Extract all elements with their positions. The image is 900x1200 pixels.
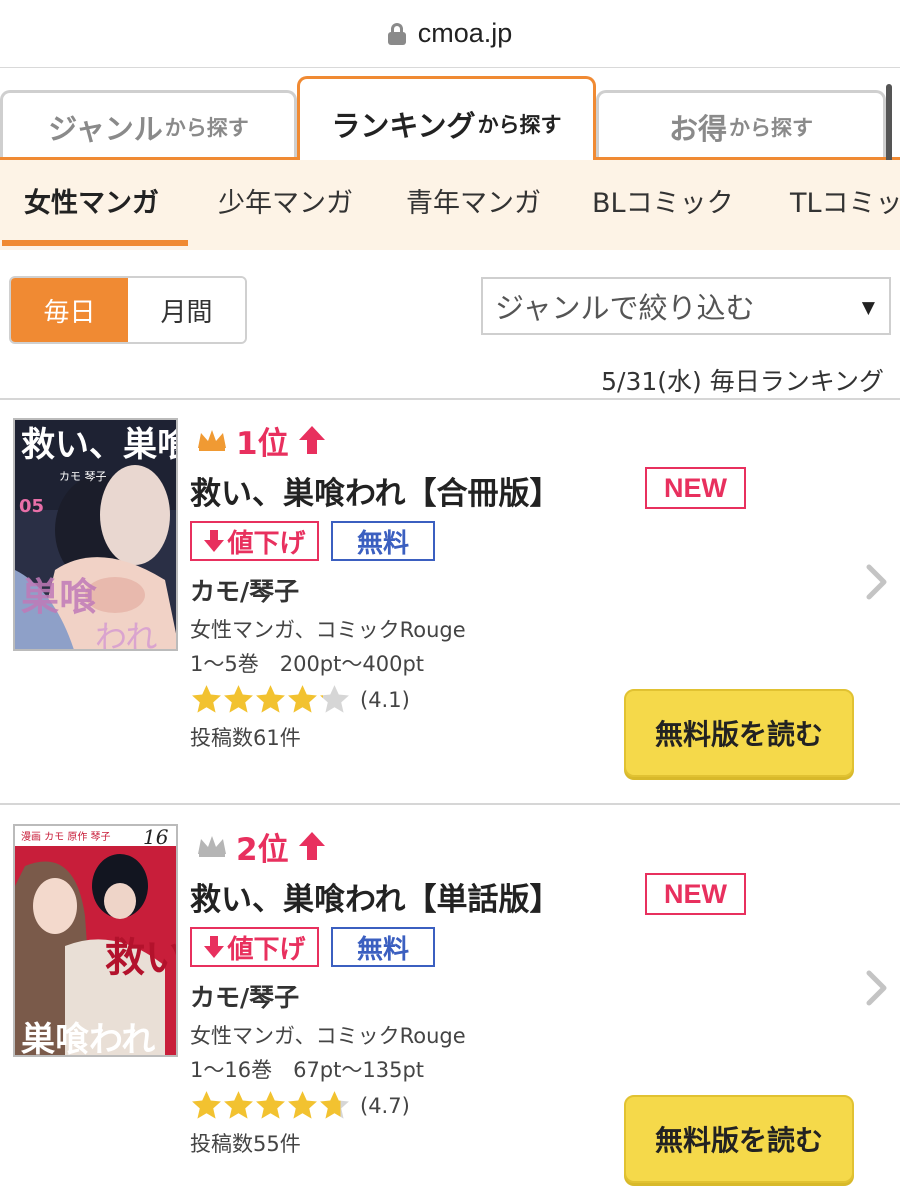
- genre-labels: 女性マンガ、コミックRouge: [190, 1024, 466, 1048]
- ranking-date: 5/31(水) 毎日ランキング: [601, 367, 884, 396]
- price-down-badge: 値下げ: [190, 927, 319, 967]
- down-arrow-icon: [204, 530, 225, 552]
- free-badge: 無料: [331, 927, 435, 967]
- book-title[interactable]: 救い、巣喰われ【単話版】: [190, 874, 560, 919]
- tab-ranking[interactable]: ランキング から探す: [297, 76, 596, 168]
- tab-deals-suffix: から探す: [729, 115, 813, 140]
- read-free-button[interactable]: 無料版を読む: [624, 689, 854, 777]
- dropdown-caret-icon: ▼: [861, 298, 875, 318]
- lock-icon: [387, 22, 406, 45]
- volume-price: 1〜16巻 67pt〜135pt: [190, 1058, 425, 1082]
- cover-credit-text: 漫画 カモ 原作 琴子: [21, 831, 111, 843]
- period-monthly-button[interactable]: 月間: [128, 278, 245, 342]
- chevron-right-icon[interactable]: [864, 969, 890, 1007]
- rank-line: 1位: [196, 420, 327, 462]
- category-josei[interactable]: 女性マンガ: [24, 160, 159, 250]
- tab-ranking-label: ランキング: [331, 108, 476, 143]
- rating-score: (4.7): [360, 1093, 410, 1118]
- star-icon: [256, 1091, 285, 1119]
- rank-line: 2位: [196, 826, 327, 868]
- star-icon: [320, 1091, 349, 1119]
- star-icon: [288, 685, 317, 713]
- scrollbar[interactable]: [886, 84, 892, 164]
- review-count[interactable]: 投稿数55件: [190, 1128, 301, 1158]
- price-down-label: 値下げ: [227, 528, 306, 559]
- cover-image[interactable]: 漫画 カモ 原作 琴子 16 救い 巣喰われ: [13, 824, 178, 1057]
- crown-icon: [198, 430, 226, 451]
- new-badge: NEW: [645, 467, 746, 509]
- rank-up-arrow-icon: [298, 832, 325, 860]
- cover-image[interactable]: 救い、巣喰われ カモ 琴子 05 巣喰 われ: [13, 418, 178, 651]
- period-toggle: 毎日 月間: [9, 276, 247, 344]
- tab-deals[interactable]: お得 から探す: [596, 90, 886, 160]
- genre-filter-label: ジャンルで絞り込む: [495, 291, 755, 325]
- cover-volume-text: 05: [19, 496, 44, 517]
- rank-number: 1位: [236, 425, 289, 462]
- author-name[interactable]: カモ/琴子: [190, 978, 299, 1014]
- new-badge: NEW: [645, 873, 746, 915]
- cover-title-text: 救い、巣喰われ: [21, 425, 178, 465]
- svg-text:巣喰: 巣喰: [21, 574, 97, 619]
- category-seinen[interactable]: 青年マンガ: [406, 160, 541, 250]
- genre-labels: 女性マンガ、コミックRouge: [190, 618, 466, 642]
- read-free-button[interactable]: 無料版を読む: [624, 1095, 854, 1183]
- address-bar[interactable]: cmoa.jp: [0, 0, 900, 68]
- star-icon: [256, 685, 285, 713]
- crown-icon: [198, 836, 226, 857]
- free-badge: 無料: [331, 521, 435, 561]
- category-bar: 女性マンガ 少年マンガ 青年マンガ BLコミック TLコミッ: [0, 160, 900, 250]
- star-rating: (4.1): [190, 683, 410, 716]
- star-icon: [192, 685, 221, 713]
- price-down-label: 値下げ: [227, 934, 306, 965]
- tab-genre-label: ジャンル: [48, 111, 163, 146]
- star-icon: [224, 1091, 253, 1119]
- down-arrow-icon: [204, 936, 225, 958]
- price-down-badge: 値下げ: [190, 521, 319, 561]
- period-daily-button[interactable]: 毎日: [11, 278, 128, 342]
- search-mode-tabs: ジャンル から探す お得 から探す ランキング から探す: [0, 68, 900, 168]
- ranking-item[interactable]: 救い、巣喰われ カモ 琴子 05 巣喰 われ 1位 救い、巣喰われ【合冊版】 N…: [0, 398, 900, 798]
- category-shonen[interactable]: 少年マンガ: [218, 160, 353, 250]
- active-category-underline: [2, 240, 188, 246]
- author-name[interactable]: カモ/琴子: [190, 572, 299, 608]
- review-count[interactable]: 投稿数61件: [190, 722, 301, 752]
- star-rating: (4.7): [190, 1089, 410, 1122]
- book-title[interactable]: 救い、巣喰われ【合冊版】: [190, 468, 560, 513]
- tab-deals-label: お得: [668, 111, 727, 146]
- svg-text:巣喰われ: 巣喰われ: [21, 1020, 155, 1057]
- category-bl[interactable]: BLコミック: [592, 160, 734, 250]
- svg-text:われ: われ: [95, 618, 157, 651]
- volume-price: 1〜5巻 200pt〜400pt: [190, 652, 425, 676]
- ranking-item[interactable]: 漫画 カモ 原作 琴子 16 救い 巣喰われ 2位 救い、巣喰われ【単話版】 N…: [0, 804, 900, 1200]
- url-text: cmoa.jp: [417, 18, 513, 48]
- tab-ranking-suffix: から探す: [477, 112, 562, 137]
- tab-genre-suffix: から探す: [164, 115, 249, 140]
- chevron-right-icon[interactable]: [864, 563, 890, 601]
- star-icon: [224, 685, 253, 713]
- rank-up-arrow-icon: [298, 426, 325, 454]
- cover-volume-text: 16: [143, 826, 169, 849]
- tab-genre[interactable]: ジャンル から探す: [0, 90, 297, 160]
- category-tl[interactable]: TLコミッ: [790, 160, 900, 250]
- rank-number: 2位: [236, 831, 289, 868]
- star-icon: [320, 685, 349, 713]
- star-icon: [288, 1091, 317, 1119]
- star-icon: [192, 1091, 221, 1119]
- cover-credit-text: カモ 琴子: [59, 470, 107, 483]
- cover-title-text: 救い: [105, 934, 178, 981]
- genre-filter-select[interactable]: ジャンルで絞り込む ▼: [481, 277, 891, 335]
- rating-score: (4.1): [360, 687, 410, 712]
